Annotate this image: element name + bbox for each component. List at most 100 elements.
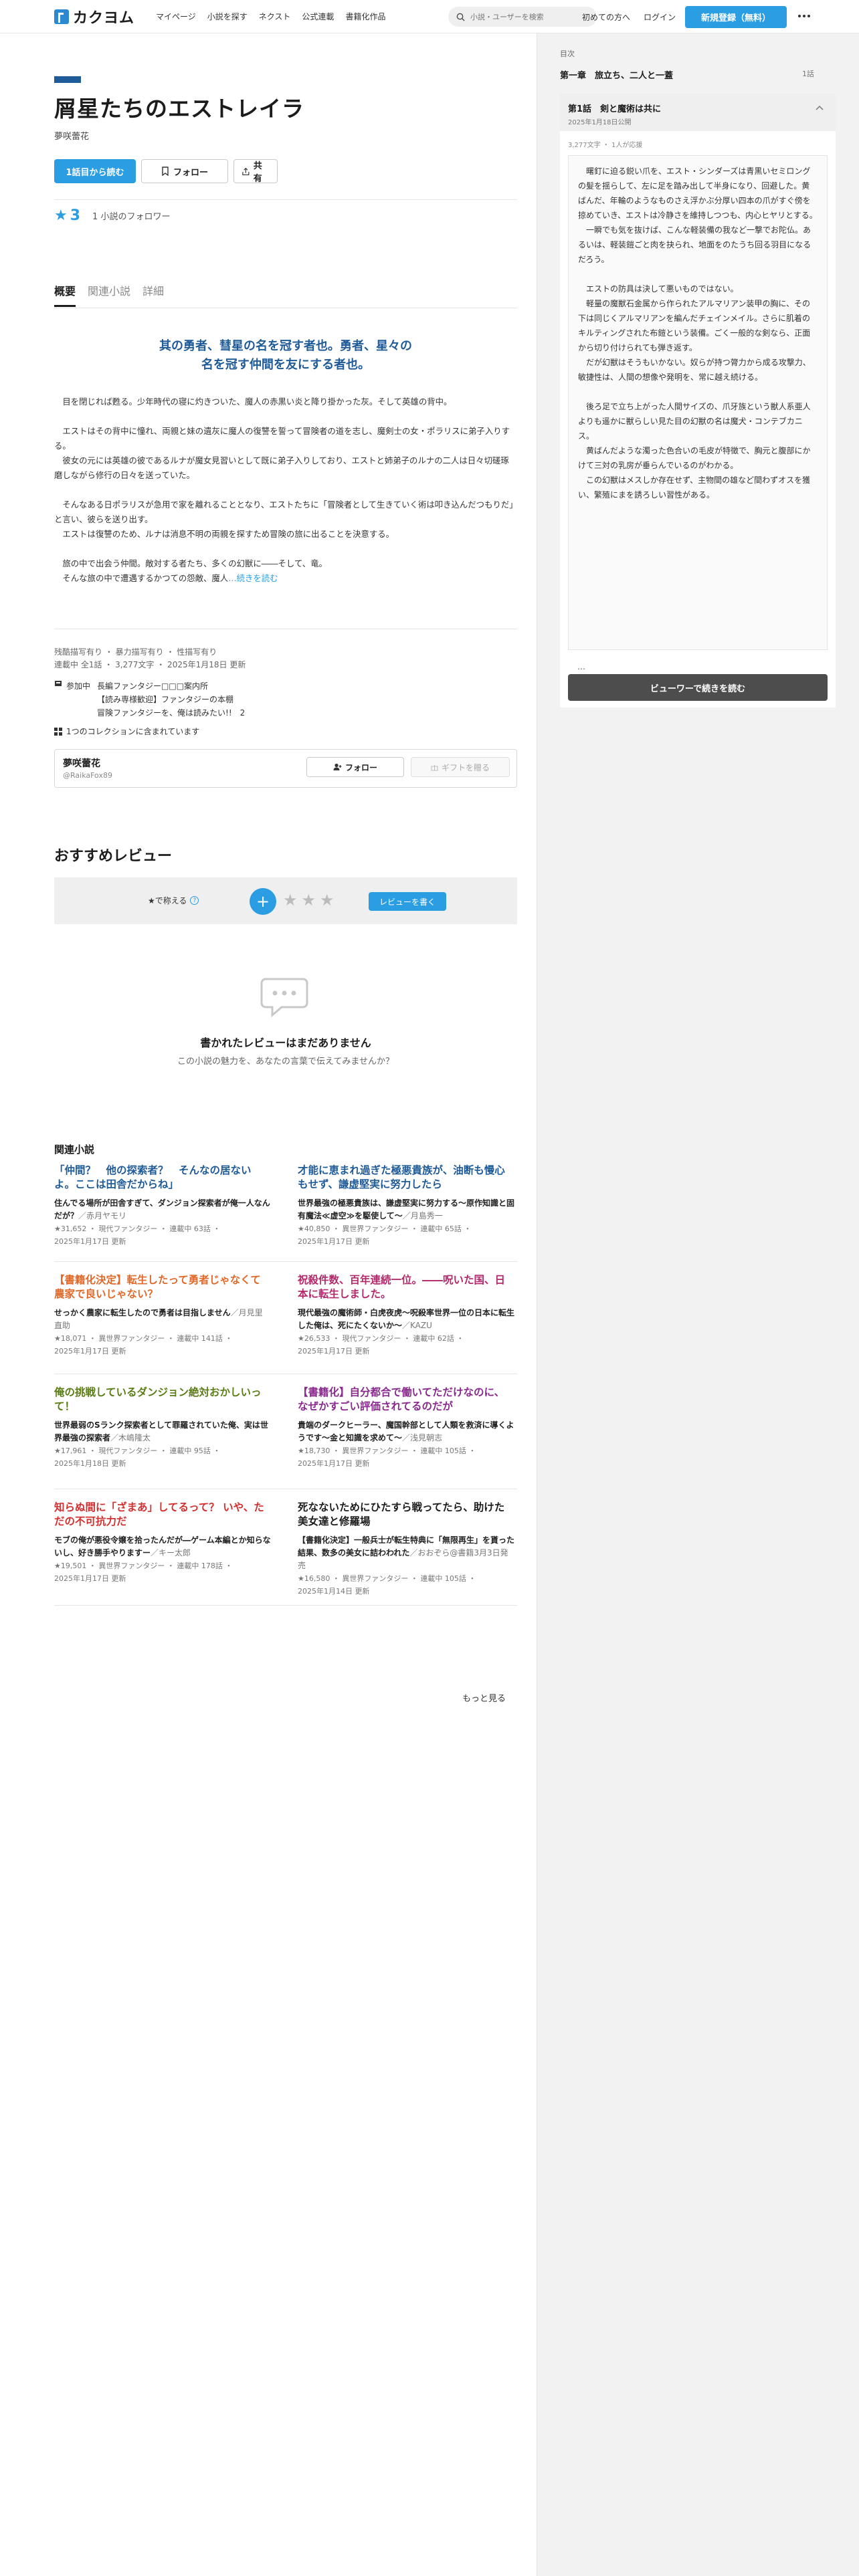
chapter-row[interactable]: 第一章 旅立ち、二人と一蓋 1話 bbox=[560, 68, 814, 81]
write-review-button[interactable]: レビューを書く bbox=[369, 892, 446, 911]
related-title[interactable]: 【書籍化決定】転生したって勇者じゃなくて農家で良いじゃない？ bbox=[54, 1273, 271, 1301]
related-item[interactable]: 「仲間？ 他の探索者？ そんなの居ないよ。ここは田舎だからね」 住んでる場所が田舎… bbox=[54, 1164, 271, 1248]
collections-info[interactable]: 1つのコレクションに含まれています bbox=[54, 726, 199, 737]
related-title[interactable]: 「仲間？ 他の探索者？ そんなの居ないよ。ここは田舎だからね」 bbox=[54, 1164, 271, 1192]
star-icon[interactable]: ★ bbox=[302, 891, 316, 909]
nav-mypage[interactable]: マイページ bbox=[156, 11, 196, 22]
related-title[interactable]: 【書籍化】自分都合で働いてただけなのに、なぜかすごい評価されてるのだが bbox=[298, 1386, 514, 1414]
tab-details[interactable]: 詳細 bbox=[142, 282, 164, 307]
related-desc: モブの俺が悪役令嬢を拾ったんだが―ゲーム本編とか知らないし、好き勝手やりますー／… bbox=[54, 1534, 271, 1560]
contest-item[interactable]: 【読み専様歓迎】ファンタジーの本棚 bbox=[97, 693, 245, 706]
add-star-button[interactable]: + bbox=[250, 888, 276, 915]
contest-list: 長編ファンタジー□□□案内所 【読み専様歓迎】ファンタジーの本棚 冒険ファンタジ… bbox=[97, 679, 245, 720]
author-link[interactable]: 夢咲蕾花 bbox=[54, 129, 89, 142]
related-meta: ★31,652 ・ 現代ファンタジー ・ 連載中 63話 ・ bbox=[54, 1224, 221, 1233]
author-card-name[interactable]: 夢咲蕾花 bbox=[63, 756, 100, 770]
divider bbox=[54, 199, 517, 200]
related-author[interactable]: ／キー太郎 bbox=[151, 1548, 191, 1558]
episode-date: 2025年1月18日公開 bbox=[568, 119, 632, 126]
nav-official[interactable]: 公式連載 bbox=[302, 11, 334, 22]
read-more-link[interactable]: …続きを読む bbox=[228, 573, 278, 583]
related-title[interactable]: 才能に恵まれ過ぎた極悪貴族が、油断も慢心もせず、謙虚堅実に努力したら bbox=[298, 1164, 514, 1192]
catchphrase-line-1: 其の勇者、彗星の名を冠す者也。勇者、星々の bbox=[159, 339, 412, 353]
follow-button[interactable]: フォロー bbox=[141, 159, 228, 183]
related-date: 2025年1月14日 更新 bbox=[298, 1587, 370, 1596]
divider bbox=[54, 1261, 517, 1262]
nav-search-novels[interactable]: 小説を探す bbox=[207, 11, 248, 22]
help-icon[interactable]: ? bbox=[190, 896, 199, 905]
related-title[interactable]: 俺の挑戦しているダンジョン絶対おかしいって！ bbox=[54, 1386, 271, 1414]
share-label: 共有 bbox=[253, 161, 262, 184]
related-meta: ★40,850 ・ 異世界ファンタジー ・ 連載中 65話 ・ bbox=[298, 1224, 472, 1233]
intro-paragraph: 目を閉じれば甦る。少年時代の寝に灼きついた、魔人の赤黒い炎と降り掛かった灰。そし… bbox=[54, 397, 452, 407]
login-link[interactable]: ログイン bbox=[644, 11, 676, 23]
star-icon[interactable]: ★ bbox=[283, 891, 298, 909]
divider bbox=[54, 1605, 517, 1606]
related-author[interactable]: ／浅見朝志 bbox=[402, 1433, 442, 1442]
related-author[interactable]: ／月島秀一 bbox=[403, 1211, 443, 1220]
tab-related[interactable]: 関連小説 bbox=[88, 282, 130, 307]
work-title[interactable]: 屑星たちのエストレイラ bbox=[54, 91, 304, 123]
episode-meta: 3,277文字 ・ 1人が応援 bbox=[568, 142, 643, 149]
author-card-id: @RaikaFox89 bbox=[63, 771, 112, 780]
contest-item[interactable]: 長編ファンタジー□□□案内所 bbox=[97, 679, 245, 693]
contest-participation: 参加中 長編ファンタジー□□□案内所 【読み専様歓迎】ファンタジーの本棚 冒険フ… bbox=[54, 679, 245, 720]
related-item[interactable]: 才能に恵まれ過ぎた極悪貴族が、油断も慢心もせず、謙虚堅実に努力したら 世界最強の極… bbox=[298, 1164, 514, 1248]
bookmark-plus-icon bbox=[162, 167, 169, 176]
search-box[interactable] bbox=[448, 7, 597, 27]
related-item[interactable]: 祝殺件数、百年連続一位。――呪いた国、日本に転生しました。 現代最強の魔術師・白虎… bbox=[298, 1273, 514, 1358]
nav-next[interactable]: ネクスト bbox=[259, 11, 291, 22]
chevron-up-icon[interactable] bbox=[816, 104, 824, 112]
related-desc: 【書籍化決定】一般兵士が転生特典に「無限再生」を貰った結果、数多の美女に詰わわれ… bbox=[298, 1534, 514, 1572]
tab-overview[interactable]: 概要 bbox=[54, 282, 76, 307]
preview-ellipsis: … bbox=[577, 662, 585, 671]
star-icon[interactable]: ★ bbox=[320, 891, 335, 909]
episode-header[interactable]: 第1話 剣と魔術は共に 2025年1月18日公開 bbox=[560, 94, 836, 131]
viewer-read-button[interactable]: ビューワーで続きを読む bbox=[568, 674, 828, 701]
preview-paragraph: 曙釘に迫る鋭い爪を、エスト・シンダーズは青黒いセミロングの髪を揺らして、左に足を… bbox=[578, 167, 818, 264]
share-button[interactable]: 共有 bbox=[233, 159, 278, 184]
related-item[interactable]: 【書籍化決定】転生したって勇者じゃなくて農家で良いじゃない？ せっかく農家に転生し… bbox=[54, 1273, 271, 1358]
nav-books[interactable]: 書籍化作品 bbox=[345, 11, 385, 22]
related-title[interactable]: 死なないためにひたすら戦ってたら、助けた美女達と修羅場 bbox=[298, 1501, 514, 1529]
follower-count: 1 小説のフォロワー bbox=[92, 212, 171, 222]
related-author[interactable]: ／KAZU bbox=[402, 1321, 432, 1330]
share-icon bbox=[242, 167, 250, 175]
search-input[interactable] bbox=[470, 12, 591, 21]
toc-sidebar: 目次 第一章 旅立ち、二人と一蓋 1話 第1話 剣と魔術は共に 2025年1月1… bbox=[537, 33, 859, 2576]
related-desc: せっかく農家に転生したので勇者は目指しません／月見里 直助 bbox=[54, 1307, 271, 1332]
more-related-link[interactable]: もっと見る bbox=[462, 1691, 506, 1704]
user-plus-icon bbox=[333, 763, 342, 770]
related-meta: ★16,580 ・ 異世界ファンタジー ・ 連載中 105話 ・ bbox=[298, 1574, 476, 1583]
related-desc: 現代最強の魔術師・白虎夜虎～呪殺率世界一位の日本に転生した俺は、死にたくないか～… bbox=[298, 1307, 514, 1332]
first-time-link[interactable]: 初めての方へ bbox=[582, 11, 630, 23]
search-icon bbox=[456, 13, 465, 21]
episode-preview: 曙釘に迫る鋭い爪を、エスト・シンダーズは青黒いセミロングの髪を揺らして、左に足を… bbox=[568, 155, 828, 650]
contest-item[interactable]: 冒険ファンタジーを、俺は読みたい!! 2 bbox=[97, 706, 245, 720]
preview-fade bbox=[569, 603, 827, 649]
related-meta: ★17,961 ・ 現代ファンタジー ・ 連載中 95話 ・ bbox=[54, 1446, 221, 1455]
no-reviews-subtitle: この小説の魅力を、あなたの言葉で伝えてみませんか？ bbox=[177, 1057, 394, 1067]
related-desc: 住んでる場所が田舎すぎて、ダンジョン探索者が俺一人なんだが？／赤月ヤモリ bbox=[54, 1197, 271, 1222]
related-item[interactable]: 【書籍化】自分都合で働いてただけなのに、なぜかすごい評価されてるのだが 貴端のダー… bbox=[298, 1386, 514, 1470]
grid-icon bbox=[54, 727, 62, 736]
more-menu-icon[interactable] bbox=[796, 9, 812, 23]
gift-button[interactable]: ギフトを贈る bbox=[411, 757, 510, 777]
related-title[interactable]: 知らぬ間に「ざまあ」してるって？ いや、ただの不可抗力だ bbox=[54, 1501, 271, 1529]
related-author[interactable]: ／赤月ヤモリ bbox=[78, 1211, 126, 1220]
related-title[interactable]: 祝殺件数、百年連続一位。――呪いた国、日本に転生しました。 bbox=[298, 1273, 514, 1301]
related-author[interactable]: ／木嶋隆太 bbox=[110, 1433, 151, 1442]
signup-button[interactable]: 新規登録（無料） bbox=[685, 6, 787, 28]
rate-hint: ★で称える ? bbox=[148, 895, 199, 906]
read-first-button[interactable]: 1話目から読む bbox=[54, 159, 136, 183]
related-item[interactable]: 知らぬ間に「ざまあ」してるって？ いや、ただの不可抗力だ モブの俺が悪役令嬢を拾っ… bbox=[54, 1501, 271, 1585]
author-follow-button[interactable]: フォロー bbox=[306, 757, 404, 777]
related-date: 2025年1月18日 更新 bbox=[54, 1459, 126, 1468]
related-item[interactable]: 死なないためにひたすら戦ってたら、助けた美女達と修羅場【書籍化決定】一般兵士が転… bbox=[298, 1501, 514, 1598]
logo-icon bbox=[54, 9, 69, 24]
related-desc: 貴端のダークヒーラー、魔国幹部として人類を救済に導くようです～金と知識を求めて～… bbox=[298, 1419, 514, 1444]
gift-icon bbox=[431, 764, 438, 770]
site-logo[interactable]: カクヨム bbox=[54, 8, 134, 27]
related-item[interactable]: 俺の挑戦しているダンジョン絶対おかしいって！ 世界最弱のSランク探索者として罪羅さ… bbox=[54, 1386, 271, 1470]
episode-title: 第1話 剣と魔術は共に bbox=[568, 104, 662, 114]
